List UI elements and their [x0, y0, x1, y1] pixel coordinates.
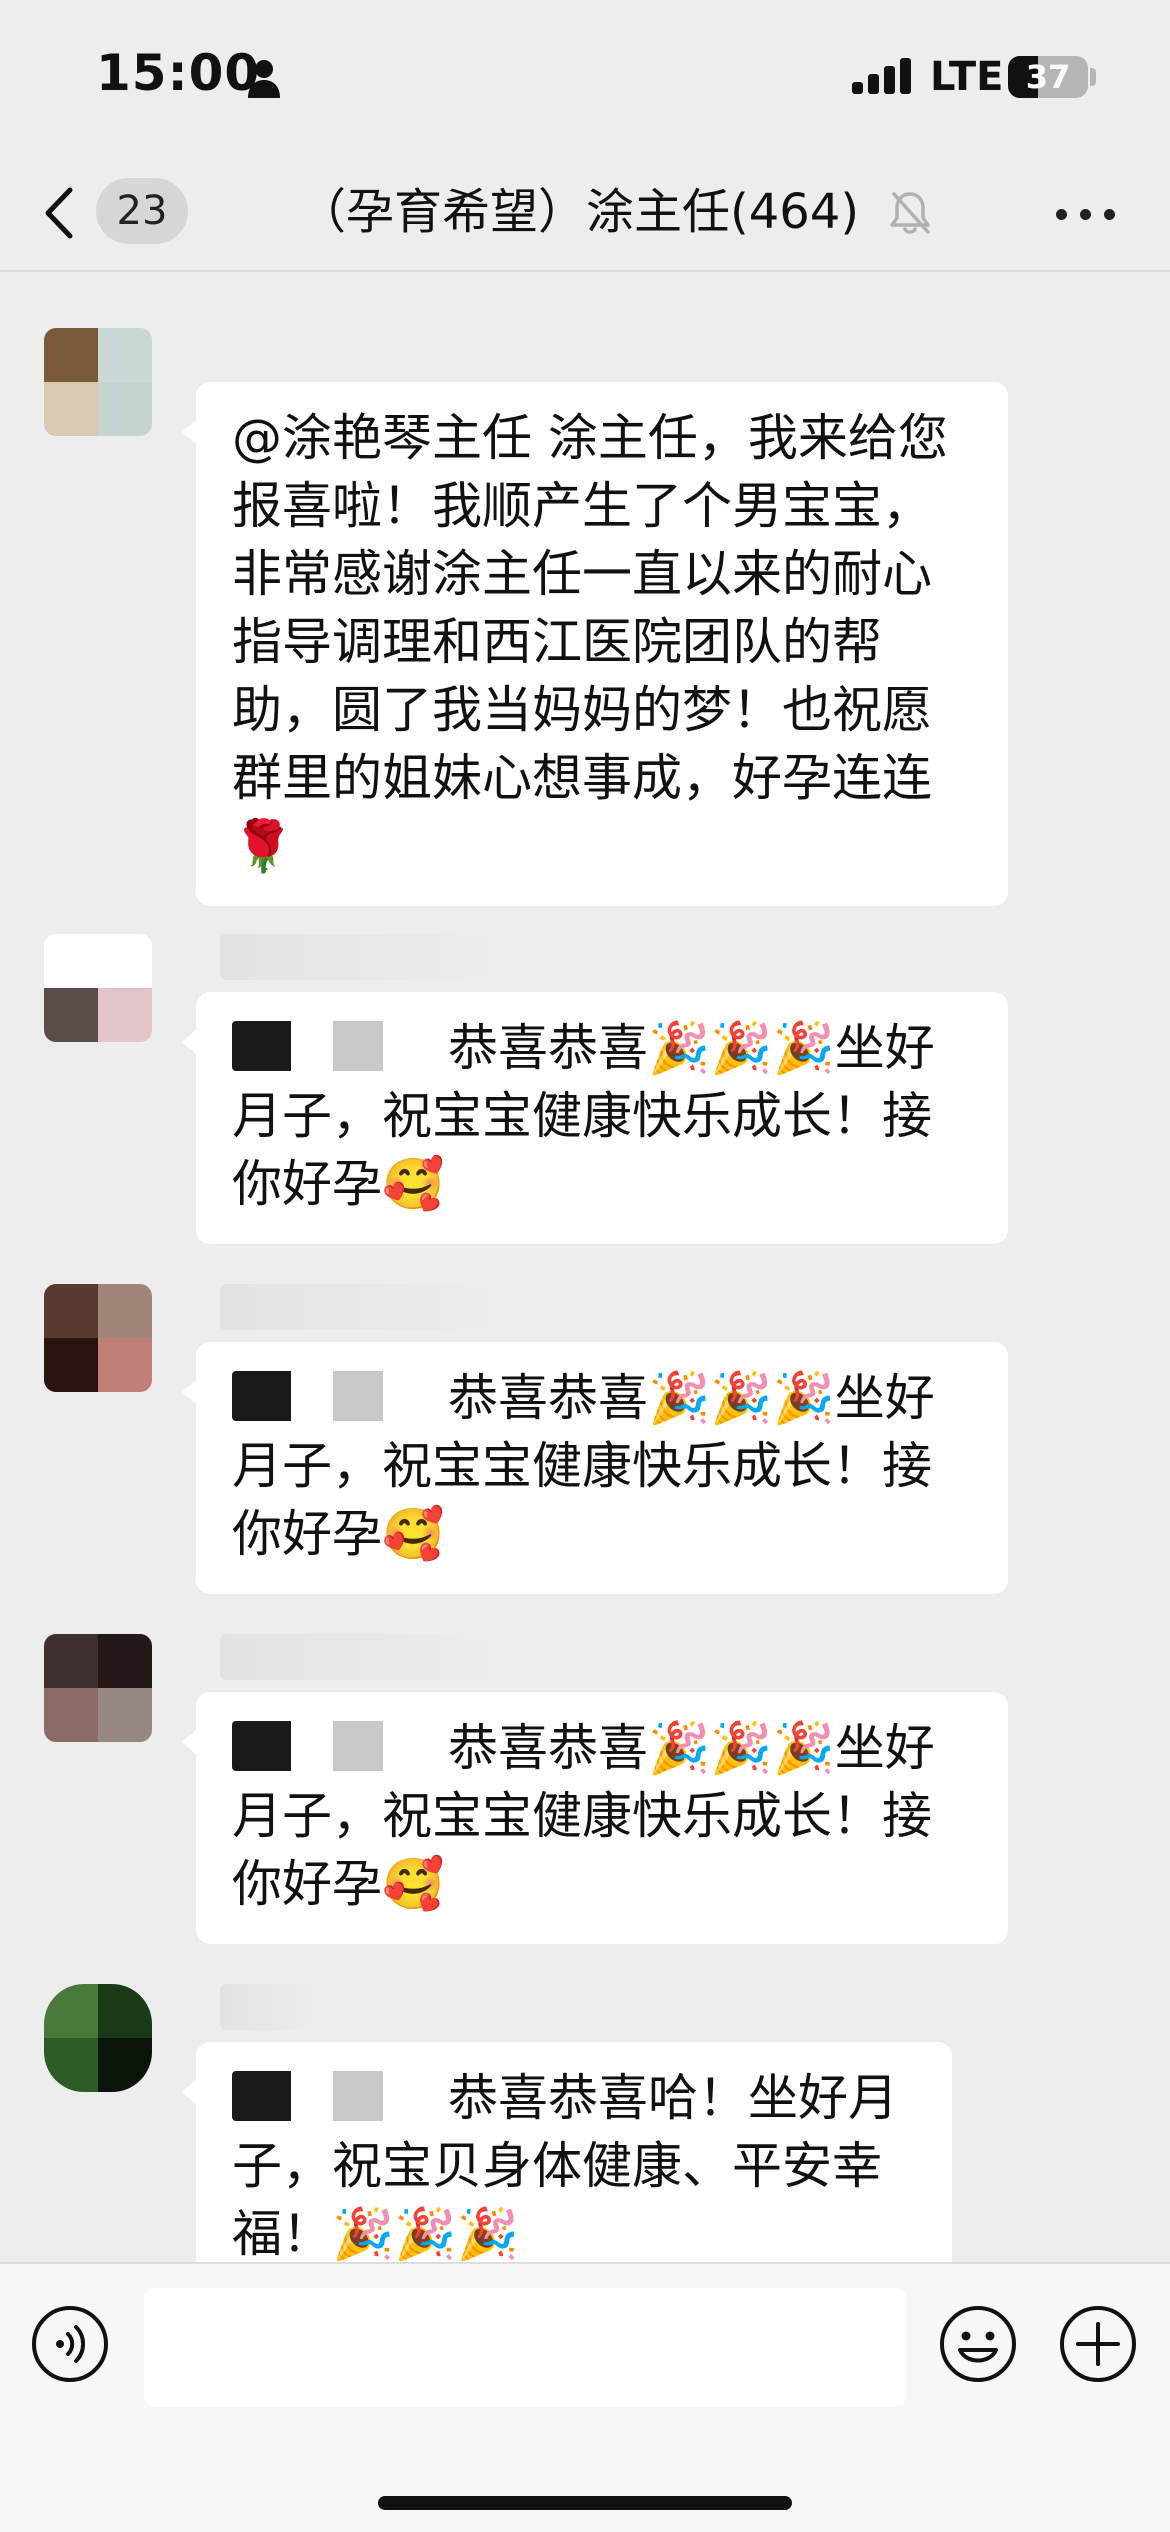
avatar-tile	[98, 382, 152, 436]
avatar-tile	[44, 988, 98, 1042]
avatar-tile	[98, 1984, 152, 2038]
avatar-tile	[44, 1284, 98, 1338]
avatar-tile	[98, 328, 152, 382]
message-text: @涂艳琴主任 涂主任，我来给您报喜啦！我顺产生了个男宝宝，非常感谢涂主任一直以来…	[232, 409, 948, 875]
message-input[interactable]	[144, 2288, 906, 2406]
person-icon	[248, 60, 280, 98]
avatar-tile	[44, 1634, 98, 1688]
avatar-tile	[44, 1984, 98, 2038]
message-row: @涂艳琴主任 涂主任，我来给您报喜啦！我顺产生了个男宝宝，非常感谢涂主任一直以来…	[0, 328, 1170, 906]
message-bubble[interactable]: @涂艳琴主任 涂主任，我来给您报喜啦！我顺产生了个男宝宝，非常感谢涂主任一直以来…	[182, 382, 1008, 906]
avatar-tile	[98, 1338, 152, 1392]
battery-icon: 37	[1008, 56, 1088, 98]
status-time: 15:00	[96, 44, 261, 102]
message-bubble[interactable]: 恭喜恭喜🎉🎉🎉坐好月子，祝宝宝健康快乐成长！接你好孕🥰	[182, 1692, 1008, 1944]
more-dots-icon	[1104, 209, 1115, 220]
mention-masked	[232, 1371, 442, 1421]
avatar-tile	[98, 1688, 152, 1742]
battery-level: 37	[1025, 58, 1071, 96]
sender-name-masked	[220, 1634, 500, 1680]
message-bubble[interactable]: 恭喜恭喜🎉🎉🎉坐好月子，祝宝宝健康快乐成长！接你好孕🥰	[182, 1342, 1008, 1594]
avatar-tile	[44, 382, 98, 436]
mention-masked	[232, 1021, 442, 1071]
emoji-icon[interactable]	[938, 2304, 1018, 2384]
chat-title: （孕育希望）涂主任(464)	[298, 184, 860, 240]
unread-count-badge: 23	[96, 178, 188, 244]
avatar[interactable]	[44, 1284, 152, 1392]
sender-name-masked	[220, 1984, 320, 2030]
avatar-tile	[98, 2038, 152, 2092]
avatar-tile	[44, 2038, 98, 2092]
mute-bell-icon	[890, 192, 930, 234]
status-bar: 15:00 LTE 37	[0, 0, 1170, 150]
message-row: 恭喜恭喜🎉🎉🎉坐好月子，祝宝宝健康快乐成长！接你好孕🥰	[0, 1284, 1170, 1594]
back-button[interactable]: 23	[40, 176, 190, 246]
chat-message-list[interactable]: @涂艳琴主任 涂主任，我来给您报喜啦！我顺产生了个男宝宝，非常感谢涂主任一直以来…	[0, 274, 1170, 2262]
avatar[interactable]	[44, 328, 152, 436]
input-bar	[0, 2262, 1170, 2532]
voice-icon[interactable]	[30, 2304, 110, 2384]
battery-cap	[1090, 68, 1096, 86]
message-row: 恭喜恭喜🎉🎉🎉坐好月子，祝宝宝健康快乐成长！接你好孕🥰	[0, 1634, 1170, 1944]
avatar-tile	[98, 988, 152, 1042]
avatar[interactable]	[44, 934, 152, 1042]
network-type: LTE	[930, 54, 1004, 100]
message-row: 恭喜恭喜🎉🎉🎉坐好月子，祝宝宝健康快乐成长！接你好孕🥰	[0, 934, 1170, 1244]
message-row: 恭喜恭喜哈！坐好月子，祝宝贝身体健康、平安幸福！🎉🎉🎉	[0, 1984, 1170, 2262]
avatar-tile	[44, 934, 98, 988]
mention-masked	[232, 1721, 442, 1771]
sender-name-masked	[220, 934, 500, 980]
chat-header: 23 （孕育希望）涂主任(464)	[0, 150, 1170, 272]
more-options-button[interactable]	[1050, 194, 1130, 234]
more-dots-icon	[1080, 209, 1091, 220]
cellular-signal-icon	[852, 58, 911, 94]
mention-masked	[232, 2071, 442, 2121]
message-bubble[interactable]: 恭喜恭喜🎉🎉🎉坐好月子，祝宝宝健康快乐成长！接你好孕🥰	[182, 992, 1008, 1244]
more-dots-icon	[1056, 209, 1067, 220]
avatar[interactable]	[44, 1984, 152, 2092]
sender-name-masked	[220, 1284, 500, 1330]
avatar-tile	[44, 1688, 98, 1742]
avatar-tile	[98, 1634, 152, 1688]
home-indicator	[378, 2496, 792, 2510]
message-bubble[interactable]: 恭喜恭喜哈！坐好月子，祝宝贝身体健康、平安幸福！🎉🎉🎉	[182, 2042, 952, 2262]
avatar[interactable]	[44, 1634, 152, 1742]
avatar-tile	[98, 1284, 152, 1338]
plus-icon[interactable]	[1058, 2304, 1138, 2384]
chevron-left-icon	[45, 187, 73, 239]
avatar-tile	[44, 328, 98, 382]
avatar-tile	[98, 934, 152, 988]
avatar-tile	[44, 1338, 98, 1392]
